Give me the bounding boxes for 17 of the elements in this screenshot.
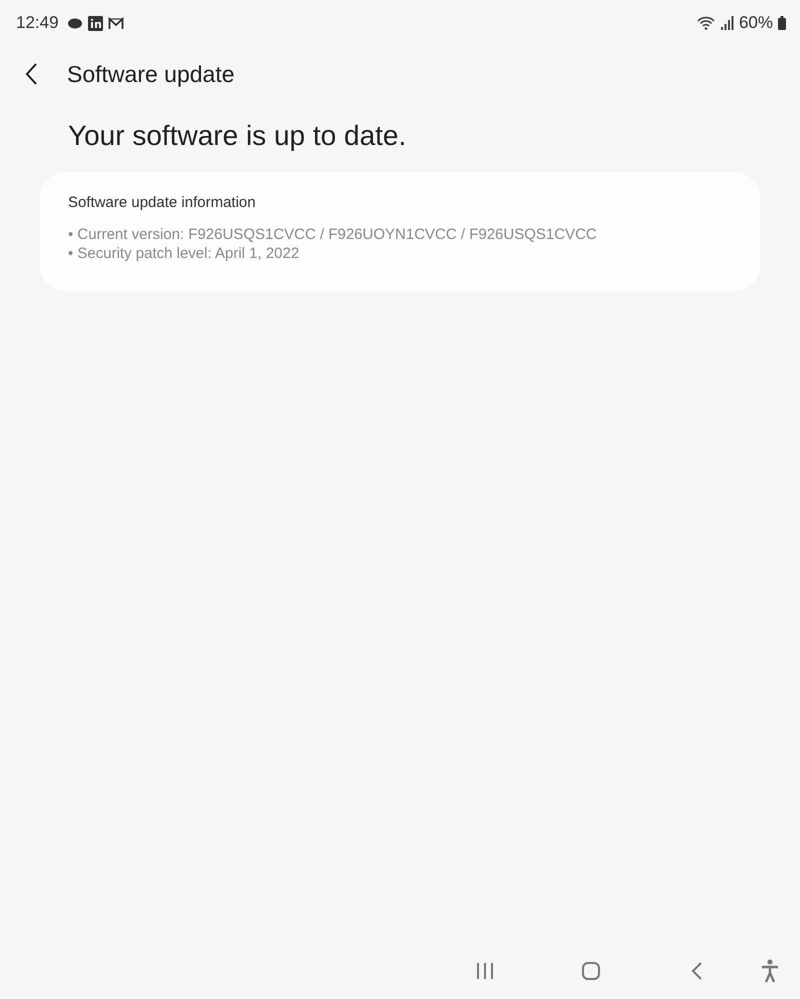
battery-icon: [778, 16, 786, 30]
chevron-left-icon: [690, 961, 704, 981]
info-line: • Security patch level: April 1, 2022: [68, 244, 300, 263]
card-title: Software update information: [68, 194, 257, 211]
accessibility-icon: [760, 959, 780, 983]
wifi-icon: [696, 16, 715, 30]
clock-time: 12:49: [16, 13, 59, 33]
signal-icon: [720, 16, 734, 30]
three-lines-icon: [475, 962, 495, 980]
page-title: Software update: [67, 60, 235, 88]
rounded-square-icon: [581, 961, 601, 981]
info-line: • Current version: F926USQS1CVCC / F926UOYN1CVCC / F926USQS1CVCC: [68, 225, 598, 244]
mail-icon: [108, 16, 124, 30]
in-logo-icon: [88, 16, 103, 30]
battery-percentage: 60%: [738, 13, 773, 33]
status-message: Your software is up to date.: [68, 120, 408, 152]
chevron-left-icon: [24, 62, 38, 86]
